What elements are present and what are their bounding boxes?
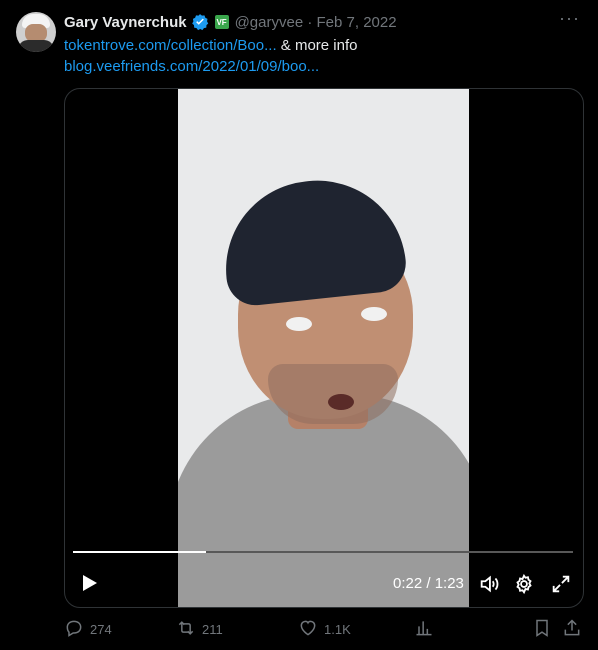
link-tokentrove[interactable]: tokentrove.com/collection/Boo... <box>64 37 277 54</box>
video-mouth <box>328 394 354 410</box>
repost-icon <box>176 618 196 641</box>
video-time: 0:22 / 1:23 <box>393 575 464 592</box>
repost-count: 211 <box>202 622 223 637</box>
more-icon[interactable]: ··· <box>559 8 580 29</box>
link-veefriends[interactable]: blog.veefriends.com/2022/01/09/boo... <box>64 58 319 75</box>
tweet-actions: 274 211 1.1K <box>64 618 584 638</box>
analytics-icon <box>414 618 434 641</box>
play-icon[interactable] <box>79 573 99 598</box>
tweet-text-line-1: tokentrove.com/collection/Boo... & more … <box>64 37 357 54</box>
share-icon <box>562 618 582 641</box>
share-button[interactable] <box>562 618 582 641</box>
avatar-shirt <box>18 40 54 52</box>
tweet-text-line-2: blog.veefriends.com/2022/01/09/boo... <box>64 58 319 75</box>
bookmark-button[interactable] <box>532 618 552 641</box>
like-icon <box>298 618 318 641</box>
reply-icon <box>64 618 84 641</box>
reply-button[interactable]: 274 <box>64 618 112 641</box>
video-eye-left <box>286 317 312 331</box>
video-player[interactable]: 0:22 / 1:23 <box>64 88 584 608</box>
progress-fill <box>73 551 206 553</box>
progress-bar[interactable] <box>73 551 573 553</box>
like-count: 1.1K <box>324 622 351 637</box>
video-frame[interactable] <box>178 89 469 607</box>
tweet-header: Gary Vaynerchuk VF @garyvee · Feb 7, 202… <box>64 12 582 32</box>
bookmark-icon <box>532 618 552 641</box>
settings-icon[interactable] <box>513 573 535 600</box>
analytics-button[interactable] <box>414 618 434 641</box>
fullscreen-icon[interactable] <box>550 573 572 600</box>
video-cap <box>217 171 409 309</box>
reply-count: 274 <box>90 622 112 637</box>
video-beard <box>268 364 398 424</box>
link-suffix: & more info <box>276 37 358 54</box>
avatar[interactable] <box>16 12 56 52</box>
verified-icon <box>191 13 209 31</box>
like-button[interactable]: 1.1K <box>298 618 351 641</box>
volume-icon[interactable] <box>478 573 500 600</box>
video-eye-right <box>361 307 387 321</box>
vf-badge-icon[interactable]: VF <box>214 15 229 29</box>
repost-button[interactable]: 211 <box>176 618 223 641</box>
handle-date[interactable]: @garyvee · Feb 7, 2022 <box>235 14 397 31</box>
author-name[interactable]: Gary Vaynerchuk <box>64 14 187 31</box>
